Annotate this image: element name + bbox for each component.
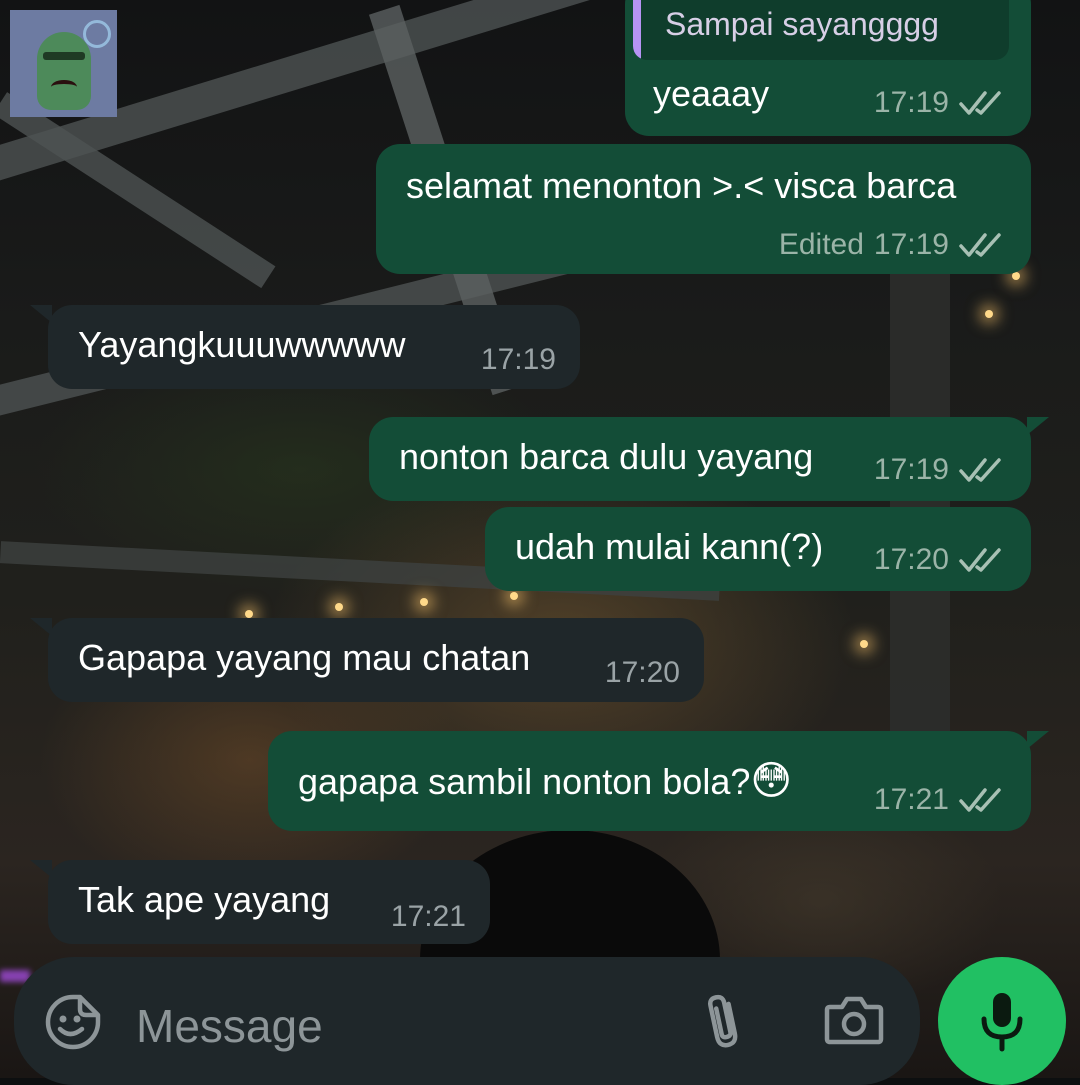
bubble-tail xyxy=(1027,417,1049,435)
outgoing-message[interactable]: selamat menonton >.< visca barca Edited … xyxy=(376,144,1031,274)
message-time: 17:19 xyxy=(873,453,949,486)
read-ticks-icon xyxy=(959,233,1001,257)
read-ticks-icon xyxy=(959,548,1001,572)
microphone-icon xyxy=(981,993,1023,1052)
quoted-reply[interactable]: Sampai sayangggg xyxy=(633,0,1009,60)
incoming-message[interactable]: Tak ape yayang 17:21 xyxy=(30,860,490,944)
message-time: 17:19 xyxy=(873,228,949,261)
bubble-tail xyxy=(1027,731,1049,749)
paperclip-icon[interactable] xyxy=(702,991,748,1051)
message-text-body: gapapa sambil nonton bola? xyxy=(298,761,751,802)
message-time: 17:19 xyxy=(873,86,949,119)
message-time: 17:21 xyxy=(390,900,466,933)
string-light xyxy=(335,603,343,611)
message-time: 17:19 xyxy=(480,343,556,376)
edited-label: Edited xyxy=(778,228,864,261)
message-time: 17:21 xyxy=(873,783,949,816)
incoming-message[interactable]: Yayangkuuuwwwww 17:19 xyxy=(30,305,580,389)
read-ticks-icon xyxy=(959,788,1001,812)
outgoing-message[interactable]: Sampai sayangggg yeaaay 17:19 xyxy=(625,0,1031,136)
character-brow xyxy=(43,52,85,60)
string-light xyxy=(245,610,253,618)
message-meta: 17:19 xyxy=(874,455,1005,485)
sticker-smile-icon[interactable] xyxy=(44,993,102,1051)
message-text: udah mulai kann(?) xyxy=(515,526,824,567)
message-composer: Message xyxy=(14,957,920,1085)
quote-accent-bar xyxy=(633,0,641,60)
quoted-text: Sampai sayangggg xyxy=(665,6,939,42)
bubble-tail xyxy=(30,860,52,878)
incoming-message[interactable]: Gapapa yayang mau chatan 17:20 xyxy=(30,618,704,702)
message-meta: 17:20 xyxy=(874,545,1005,575)
message-input[interactable]: Message xyxy=(136,999,323,1053)
message-text: Gapapa yayang mau chatan xyxy=(78,637,531,678)
outgoing-message[interactable]: udah mulai kann(?) 17:20 xyxy=(485,507,1031,591)
string-light xyxy=(985,310,993,318)
message-meta: 17:20 xyxy=(605,658,680,688)
message-text: selamat menonton >.< visca barca xyxy=(406,165,957,206)
fish-character xyxy=(37,32,91,110)
message-time: 17:20 xyxy=(873,543,949,576)
outgoing-message[interactable]: nonton barca dulu yayang 17:19 xyxy=(369,417,1049,501)
string-light xyxy=(510,592,518,600)
message-meta: 17:21 xyxy=(391,902,466,932)
contact-avatar[interactable] xyxy=(10,10,117,117)
message-text: Yayangkuuuwwwww xyxy=(78,324,406,365)
message-meta: 17:21 xyxy=(874,785,1005,815)
message-time: 17:20 xyxy=(604,656,680,689)
string-light xyxy=(860,640,868,648)
flushed-face-emoji: 😳 xyxy=(750,759,793,803)
message-text: gapapa sambil nonton bola?😳 xyxy=(298,761,792,801)
message-meta: 17:19 xyxy=(874,88,1005,118)
message-text: nonton barca dulu yayang xyxy=(399,436,814,477)
voice-record-button[interactable] xyxy=(938,957,1066,1085)
message-meta: 17:19 xyxy=(481,345,556,375)
string-light xyxy=(420,598,428,606)
message-text: yeaaay xyxy=(653,73,770,114)
message-text: Tak ape yayang xyxy=(78,879,331,920)
camera-icon[interactable] xyxy=(824,995,884,1045)
message-meta: Edited 17:19 xyxy=(779,230,1005,260)
character-mouth xyxy=(51,80,77,94)
bubble-tail xyxy=(30,618,52,636)
read-ticks-icon xyxy=(959,91,1001,115)
bubble-tail xyxy=(30,305,52,323)
flower-pattern xyxy=(83,20,111,48)
read-ticks-icon xyxy=(959,458,1001,482)
outgoing-message[interactable]: gapapa sambil nonton bola?😳 17:21 xyxy=(268,731,1049,831)
